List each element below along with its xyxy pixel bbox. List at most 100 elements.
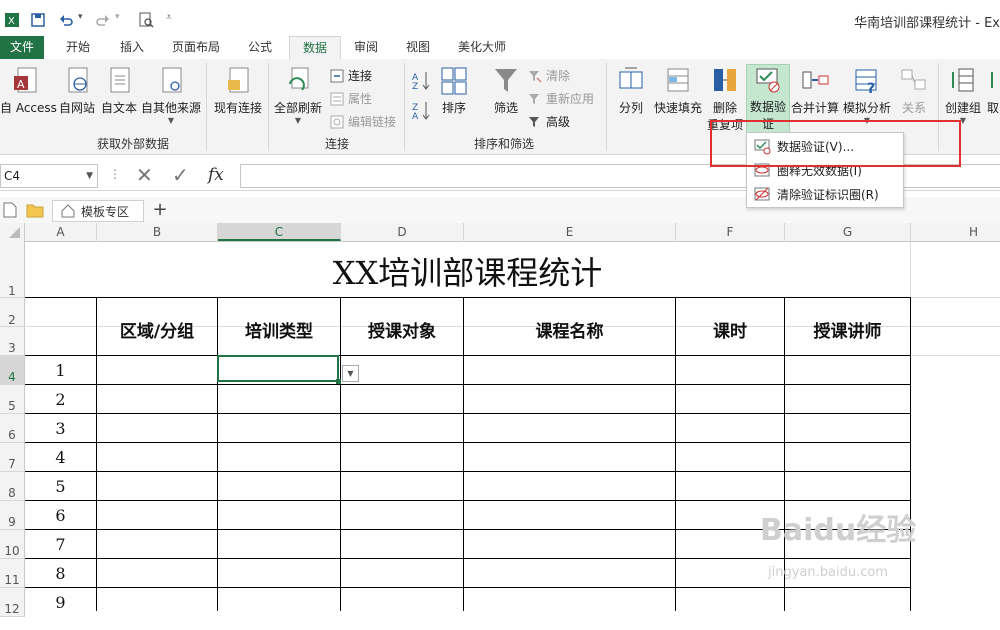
print-preview-icon[interactable] (138, 12, 154, 28)
edit-links-button[interactable]: 编辑链接 (330, 113, 396, 130)
column-header-g[interactable]: G (785, 223, 911, 241)
cancel-entry-icon[interactable]: ✕ (136, 164, 153, 186)
row-header-4[interactable]: 4 (0, 356, 25, 385)
name-box-value: C4 (4, 169, 21, 183)
row-number-cell[interactable]: 7 (25, 535, 96, 554)
add-tab-button[interactable]: + (148, 199, 172, 223)
tab-page-layout[interactable]: 页面布局 (164, 36, 228, 59)
chevron-down-icon[interactable]: ▼ (86, 165, 93, 187)
sort-button[interactable]: 排序 (436, 66, 472, 122)
flash-fill-button[interactable]: 快速填充 (652, 66, 704, 122)
row-number-cell[interactable]: 2 (25, 390, 96, 409)
table-border (340, 297, 341, 611)
sort-ascending-icon[interactable]: AZ (412, 70, 432, 93)
insert-function-button[interactable]: fx (208, 164, 224, 186)
row-header-5[interactable]: 5 (0, 385, 25, 414)
selected-cell-c4[interactable] (217, 355, 339, 382)
from-other-sources-button[interactable]: 自其他来源 ▼ (140, 66, 202, 132)
properties-button[interactable]: 属性 (330, 90, 372, 107)
column-header-f[interactable]: F (676, 223, 785, 241)
table-border (25, 471, 911, 472)
customize-icon[interactable]: ⩡ (166, 12, 172, 23)
tab-template-zone[interactable]: 模板专区 (52, 200, 144, 222)
row-header-3[interactable]: 3 (0, 327, 25, 356)
text-to-columns-label: 分列 (618, 101, 643, 115)
row-header-1[interactable]: 1 (0, 241, 25, 298)
connections-label: 连接 (348, 69, 373, 83)
from-web-button[interactable]: 自网站 (56, 66, 98, 122)
row-header-11[interactable]: 11 (0, 559, 25, 588)
redo-dropdown-icon[interactable]: ▾ (115, 12, 120, 22)
refresh-all-button[interactable]: 全部刷新 ▼ (272, 66, 324, 132)
row-number-cell[interactable]: 3 (25, 419, 96, 438)
row-number-cell[interactable]: 5 (25, 477, 96, 496)
tab-file[interactable]: 文件 (0, 36, 44, 59)
filter-button[interactable]: 筛选 (488, 66, 524, 122)
group-label-external-data: 获取外部数据 (96, 137, 169, 151)
header-cell-course-name[interactable]: 课程名称 (464, 317, 675, 342)
advanced-filter-button[interactable]: 高级 (528, 113, 570, 130)
row-header-9[interactable]: 9 (0, 501, 25, 530)
undo-dropdown-icon[interactable]: ▾ (78, 12, 83, 22)
row-header-2[interactable]: 2 (0, 298, 25, 327)
menu-item-clear-circles[interactable]: 清除验证标识圈(R) (747, 183, 903, 205)
tab-beautify-master[interactable]: 美化大师 (450, 36, 514, 59)
column-header-a[interactable]: A (25, 223, 97, 241)
validation-dropdown-icon[interactable]: ▼ (342, 365, 359, 382)
header-cell-hours[interactable]: 课时 (676, 317, 784, 342)
row-header-7[interactable]: 7 (0, 443, 25, 472)
excel-logo-icon[interactable]: X (4, 12, 20, 28)
remove-duplicates-label-line1: 删除 (712, 101, 737, 115)
tab-insert[interactable]: 插入 (110, 36, 154, 59)
column-header-d[interactable]: D (341, 223, 464, 241)
new-document-icon[interactable] (3, 202, 17, 221)
row-header-12[interactable]: 12 (0, 588, 25, 617)
from-access-button[interactable]: A 自 Access (0, 66, 57, 122)
tab-formulas[interactable]: 公式 (238, 36, 282, 59)
header-cell-training-type[interactable]: 培训类型 (218, 317, 340, 342)
web-icon (68, 67, 88, 93)
row-number-cell[interactable]: 8 (25, 564, 96, 583)
select-all-corner[interactable] (0, 223, 25, 241)
fill-handle[interactable] (336, 379, 341, 384)
header-cell-region[interactable]: 区域/分组 (97, 317, 217, 342)
save-icon[interactable] (30, 12, 46, 28)
relationships-button[interactable]: 关系 (894, 66, 934, 122)
confirm-entry-icon[interactable]: ✓ (172, 164, 189, 186)
connections-button[interactable]: 连接 (330, 67, 372, 84)
open-folder-icon[interactable] (26, 202, 44, 221)
header-cell-instructor[interactable]: 授课讲师 (785, 317, 910, 342)
row-number-cell[interactable]: 9 (25, 593, 96, 612)
column-header-b[interactable]: B (97, 223, 218, 241)
text-to-columns-button[interactable]: 分列 (612, 66, 650, 122)
consolidate-icon (802, 71, 829, 89)
tab-home[interactable]: 开始 (56, 36, 100, 59)
existing-connections-button[interactable]: 现有连接 (210, 66, 266, 122)
row-header-6[interactable]: 6 (0, 414, 25, 443)
ungroup-button[interactable]: 取 (986, 66, 1000, 122)
undo-icon[interactable] (58, 12, 74, 28)
column-header-h[interactable]: H (911, 223, 1000, 241)
name-box[interactable]: C4 ▼ (0, 164, 98, 188)
row-number-cell[interactable]: 1 (25, 361, 96, 380)
filter-icon (495, 69, 517, 92)
sort-descending-icon[interactable]: ZA (412, 100, 432, 123)
redo-icon[interactable] (95, 12, 111, 28)
reapply-icon (529, 93, 539, 104)
row-number-cell[interactable]: 6 (25, 506, 96, 525)
header-cell-audience[interactable]: 授课对象 (341, 317, 463, 342)
consolidate-button[interactable]: 合并计算 (790, 66, 840, 122)
column-header-e[interactable]: E (464, 223, 676, 241)
what-if-icon: ? (855, 69, 877, 97)
row-header-8[interactable]: 8 (0, 472, 25, 501)
row-header-10[interactable]: 10 (0, 530, 25, 559)
row-number-cell[interactable]: 4 (25, 448, 96, 467)
text-to-columns-icon (619, 67, 643, 89)
tab-review[interactable]: 审阅 (344, 36, 388, 59)
tab-data[interactable]: 数据 (289, 36, 341, 61)
reapply-button[interactable]: 重新应用 (528, 90, 594, 107)
clear-filter-button[interactable]: 清除 (528, 67, 570, 84)
tab-view[interactable]: 视图 (396, 36, 440, 59)
column-header-c[interactable]: C (218, 223, 341, 241)
from-text-button[interactable]: 自文本 (99, 66, 139, 122)
